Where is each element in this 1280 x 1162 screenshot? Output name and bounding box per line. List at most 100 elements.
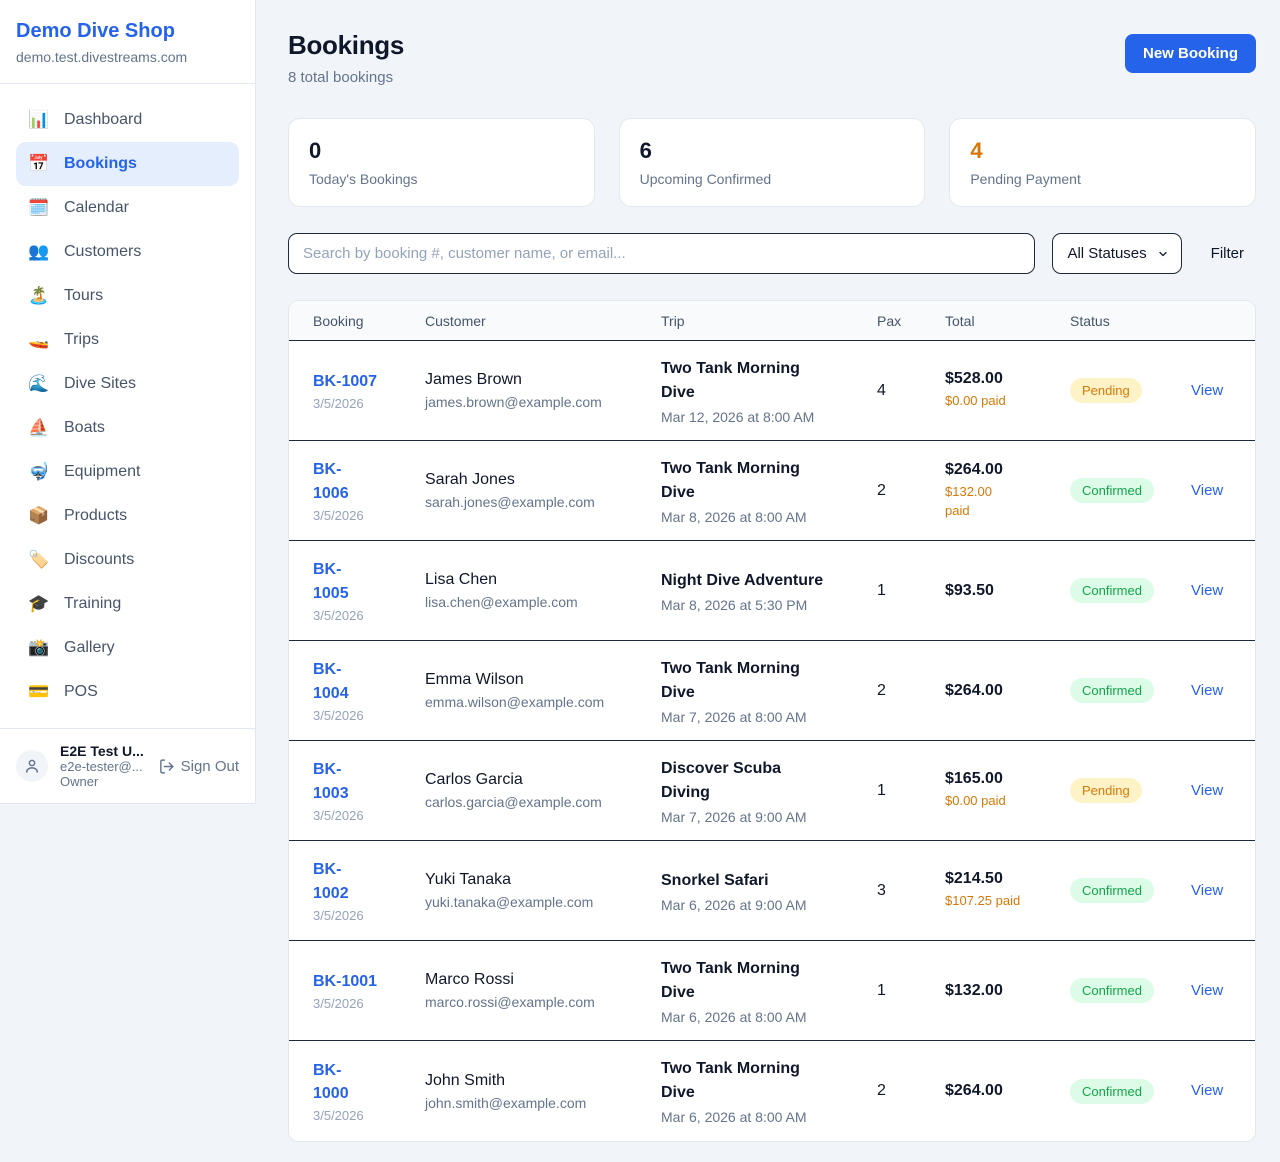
view-booking-link[interactable]: View xyxy=(1191,782,1223,799)
booking-id-link[interactable]: BK-1004 xyxy=(313,658,353,704)
trip-datetime: Mar 7, 2026 at 8:00 AM xyxy=(661,709,877,725)
shop-domain: demo.test.divestreams.com xyxy=(16,49,239,65)
pax-count: 4 xyxy=(877,382,945,400)
bookings-table: Booking Customer Trip Pax Total Status B… xyxy=(288,300,1256,1142)
customer-name: James Brown xyxy=(425,371,661,389)
sidebar-item-bookings[interactable]: 📅 Bookings xyxy=(16,142,239,186)
trip-datetime: Mar 6, 2026 at 8:00 AM xyxy=(661,1109,877,1125)
main-content: Bookings 8 total bookings New Booking 0 … xyxy=(256,0,1280,1162)
person-icon xyxy=(23,757,41,775)
column-header-status: Status xyxy=(1070,313,1191,329)
customer-email: james.brown@example.com xyxy=(425,394,661,410)
table-row: BK-1004 3/5/2026 Emma Wilson emma.wilson… xyxy=(289,641,1255,741)
table-row: BK-1003 3/5/2026 Carlos Garcia carlos.ga… xyxy=(289,741,1255,841)
customer-email: lisa.chen@example.com xyxy=(425,594,661,610)
status-badge: Confirmed xyxy=(1070,878,1154,903)
column-header-booking: Booking xyxy=(313,313,425,329)
trip-name: Night Dive Adventure xyxy=(661,569,877,593)
booking-id-link[interactable]: BK-1003 xyxy=(313,758,353,804)
booking-id-link[interactable]: BK-1001 xyxy=(313,970,425,993)
sidebar-item-pos[interactable]: 💳 POS xyxy=(16,670,239,714)
pax-count: 1 xyxy=(877,782,945,800)
stat-label: Pending Payment xyxy=(970,171,1235,187)
sidebar-item-tours[interactable]: 🏝️ Tours xyxy=(16,274,239,318)
customer-name: Carlos Garcia xyxy=(425,771,661,789)
view-booking-link[interactable]: View xyxy=(1191,382,1223,399)
bar-chart-icon: 📊 xyxy=(28,110,50,130)
sidebar-item-customers[interactable]: 👥 Customers xyxy=(16,230,239,274)
table-row: BK-1001 3/5/2026 Marco Rossi marco.rossi… xyxy=(289,941,1255,1041)
paid-amount: $132.00 paid xyxy=(945,483,1009,519)
status-badge: Confirmed xyxy=(1070,478,1154,503)
status-badge: Confirmed xyxy=(1070,978,1154,1003)
column-header-pax: Pax xyxy=(877,313,945,329)
customer-email: yuki.tanaka@example.com xyxy=(425,894,661,910)
logout-icon xyxy=(158,758,175,775)
stat-label: Today's Bookings xyxy=(309,171,574,187)
total-amount: $264.00 xyxy=(945,682,1070,700)
total-amount: $214.50 xyxy=(945,870,1070,888)
view-booking-link[interactable]: View xyxy=(1191,982,1223,999)
trip-name: Snorkel Safari xyxy=(661,869,877,893)
customer-email: john.smith@example.com xyxy=(425,1095,661,1111)
table-row: BK-1007 3/5/2026 James Brown james.brown… xyxy=(289,341,1255,441)
trip-datetime: Mar 12, 2026 at 8:00 AM xyxy=(661,409,877,425)
graduation-cap-icon: 🎓 xyxy=(28,594,50,614)
booking-id-link[interactable]: BK-1000 xyxy=(313,1059,353,1105)
pax-count: 2 xyxy=(877,482,945,500)
stats-row: 0 Today's Bookings 6 Upcoming Confirmed … xyxy=(288,118,1256,207)
sidebar-item-equipment[interactable]: 🤿 Equipment xyxy=(16,450,239,494)
paid-amount: $107.25 paid xyxy=(945,892,1070,910)
view-booking-link[interactable]: View xyxy=(1191,582,1223,599)
booking-date: 3/5/2026 xyxy=(313,396,425,411)
sidebar-item-dive-sites[interactable]: 🌊 Dive Sites xyxy=(16,362,239,406)
sidebar-item-boats[interactable]: ⛵ Boats xyxy=(16,406,239,450)
sailboat-icon: ⛵ xyxy=(28,418,50,438)
trip-name: Two Tank Morning Dive xyxy=(661,657,811,705)
view-booking-link[interactable]: View xyxy=(1191,482,1223,499)
total-amount: $165.00 xyxy=(945,770,1070,788)
customer-email: sarah.jones@example.com xyxy=(425,494,661,510)
pax-count: 2 xyxy=(877,1082,945,1100)
sidebar-item-gallery[interactable]: 📸 Gallery xyxy=(16,626,239,670)
booking-id-link[interactable]: BK-1002 xyxy=(313,858,353,904)
table-row: BK-1006 3/5/2026 Sarah Jones sarah.jones… xyxy=(289,441,1255,541)
booking-date: 3/5/2026 xyxy=(313,808,425,823)
booking-id-link[interactable]: BK-1007 xyxy=(313,370,425,393)
stat-label: Upcoming Confirmed xyxy=(640,171,905,187)
pax-count: 3 xyxy=(877,882,945,900)
column-header-customer: Customer xyxy=(425,313,661,329)
user-section: E2E Test U... e2e-tester@... Owner Sign … xyxy=(0,728,255,803)
tag-icon: 🏷️ xyxy=(28,550,50,570)
booking-id-link[interactable]: BK-1006 xyxy=(313,458,353,504)
sidebar-item-dashboard[interactable]: 📊 Dashboard xyxy=(16,98,239,142)
paid-amount: $0.00 paid xyxy=(945,392,1070,410)
avatar xyxy=(16,750,48,782)
sidebar-item-calendar[interactable]: 🗓️ Calendar xyxy=(16,186,239,230)
booking-id-link[interactable]: BK-1005 xyxy=(313,558,353,604)
sidebar-item-trips[interactable]: 🚤 Trips xyxy=(16,318,239,362)
user-email: e2e-tester@... xyxy=(60,759,146,774)
booking-date: 3/5/2026 xyxy=(313,708,425,723)
sidebar-item-products[interactable]: 📦 Products xyxy=(16,494,239,538)
filter-button[interactable]: Filter xyxy=(1199,245,1256,262)
view-booking-link[interactable]: View xyxy=(1191,1082,1223,1099)
new-booking-button[interactable]: New Booking xyxy=(1125,34,1256,73)
status-select[interactable]: All Statuses xyxy=(1052,233,1181,274)
trip-datetime: Mar 8, 2026 at 8:00 AM xyxy=(661,509,877,525)
sidebar-item-training[interactable]: 🎓 Training xyxy=(16,582,239,626)
sign-out-label: Sign Out xyxy=(181,758,239,775)
user-name: E2E Test U... xyxy=(60,743,146,759)
sign-out-button[interactable]: Sign Out xyxy=(158,758,239,775)
trip-datetime: Mar 8, 2026 at 5:30 PM xyxy=(661,597,877,613)
search-input[interactable] xyxy=(288,233,1035,274)
stat-card-today-s-bookings: 0 Today's Bookings xyxy=(288,118,595,207)
sidebar-item-discounts[interactable]: 🏷️ Discounts xyxy=(16,538,239,582)
view-booking-link[interactable]: View xyxy=(1191,882,1223,899)
booking-date: 3/5/2026 xyxy=(313,1108,425,1123)
shop-name: Demo Dive Shop xyxy=(16,20,239,43)
customer-name: Sarah Jones xyxy=(425,471,661,489)
view-booking-link[interactable]: View xyxy=(1191,682,1223,699)
status-badge: Confirmed xyxy=(1070,678,1154,703)
bookings-table-body: BK-1007 3/5/2026 James Brown james.brown… xyxy=(289,341,1255,1141)
